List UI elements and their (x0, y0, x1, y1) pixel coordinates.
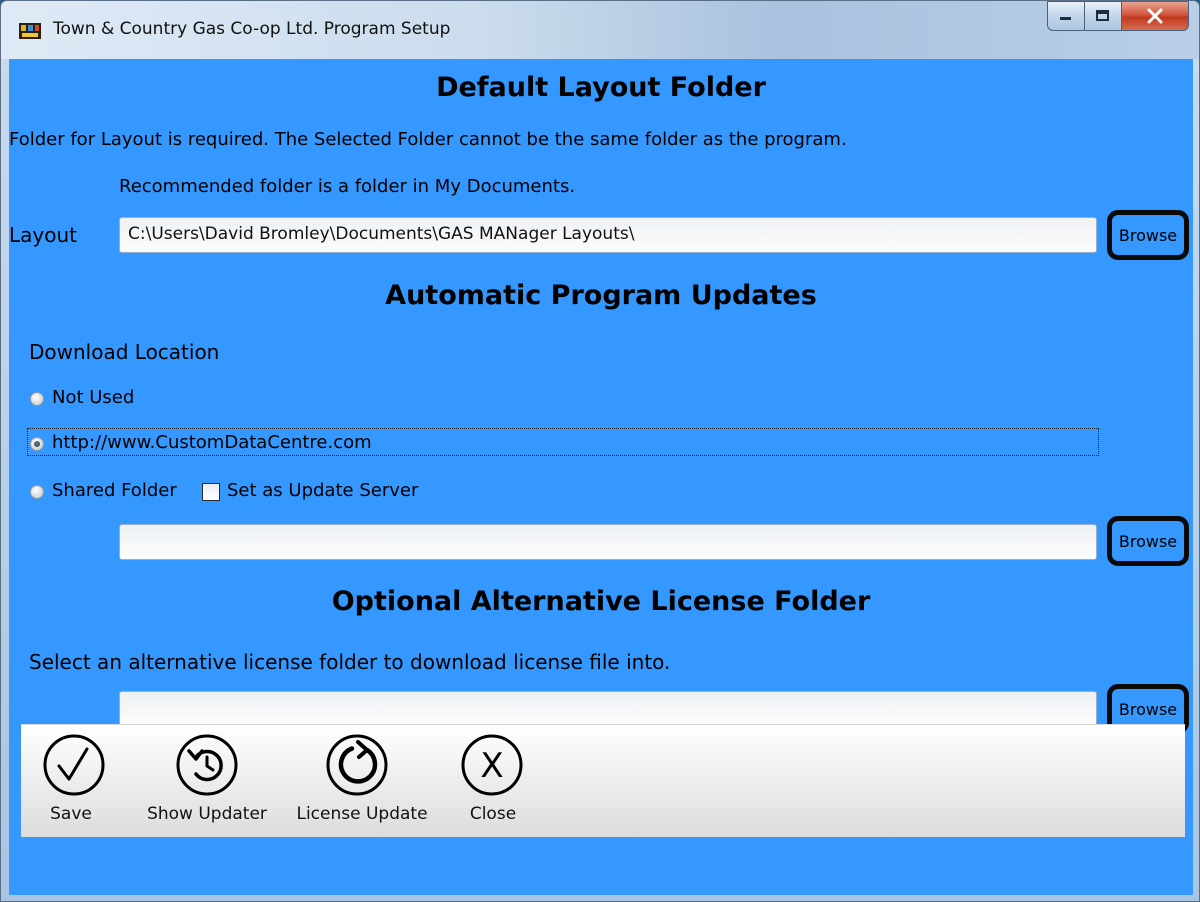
update-server-checkbox[interactable] (202, 483, 220, 501)
radio-selected-dot (34, 441, 40, 447)
close-glyph: X (480, 746, 503, 786)
updates-heading: Automatic Program Updates (385, 280, 817, 311)
close-icon (1147, 8, 1163, 24)
close-window-button[interactable] (1121, 1, 1189, 31)
radio-custom-data-centre-label[interactable]: http://www.CustomDataCentre.com (52, 432, 372, 453)
save-label: Save (50, 804, 92, 824)
window-title: Town & Country Gas Co-op Ltd. Program Se… (53, 19, 451, 39)
license-update-label: License Update (296, 804, 428, 824)
maximize-button[interactable] (1084, 1, 1122, 31)
download-location-label: Download Location (29, 340, 220, 364)
license-path-field[interactable] (119, 691, 1097, 727)
license-heading: Optional Alternative License Folder (331, 586, 871, 617)
show-updater-label: Show Updater (147, 804, 267, 824)
minimize-icon (1060, 17, 1071, 20)
layout-field-label: Layout (9, 223, 77, 247)
radio-custom-data-centre[interactable] (30, 437, 44, 451)
shared-folder-browse-button[interactable]: Browse (1107, 516, 1189, 566)
close-label: Close (469, 804, 517, 824)
layout-browse-button[interactable]: Browse (1107, 210, 1189, 260)
radio-shared-folder-label[interactable]: Shared Folder (52, 480, 177, 501)
shared-folder-path-field[interactable] (119, 524, 1097, 560)
layout-description: Folder for Layout is required. The Selec… (9, 129, 847, 150)
radio-not-used[interactable] (30, 392, 44, 406)
refresh-icon (326, 734, 388, 796)
layout-recommendation: Recommended folder is a folder in My Doc… (119, 176, 576, 197)
close-button[interactable]: X Close (451, 725, 561, 837)
title-bar[interactable]: Town & Country Gas Co-op Ltd. Program Se… (1, 1, 1199, 59)
bottom-toolbar: Save Show Updater License Update X Close (21, 724, 1185, 837)
checkmark-icon (43, 734, 105, 796)
layout-path-field[interactable]: C:\Users\David Bromley\Documents\GAS MAN… (119, 217, 1097, 253)
history-icon (176, 734, 238, 796)
license-update-button[interactable]: License Update (291, 725, 451, 837)
program-setup-window: Town & Country Gas Co-op Ltd. Program Se… (0, 0, 1200, 902)
app-icon (19, 23, 41, 39)
layout-heading: Default Layout Folder (436, 72, 766, 103)
maximize-icon (1096, 10, 1109, 21)
radio-not-used-label[interactable]: Not Used (52, 387, 134, 408)
radio-shared-folder[interactable] (30, 485, 44, 499)
update-server-checkbox-label[interactable]: Set as Update Server (227, 480, 418, 501)
license-description: Select an alternative license folder to … (29, 650, 671, 674)
close-circle-icon: X (461, 734, 523, 796)
save-button[interactable]: Save (21, 725, 141, 837)
minimize-button[interactable] (1047, 1, 1085, 31)
show-updater-button[interactable]: Show Updater (141, 725, 291, 837)
